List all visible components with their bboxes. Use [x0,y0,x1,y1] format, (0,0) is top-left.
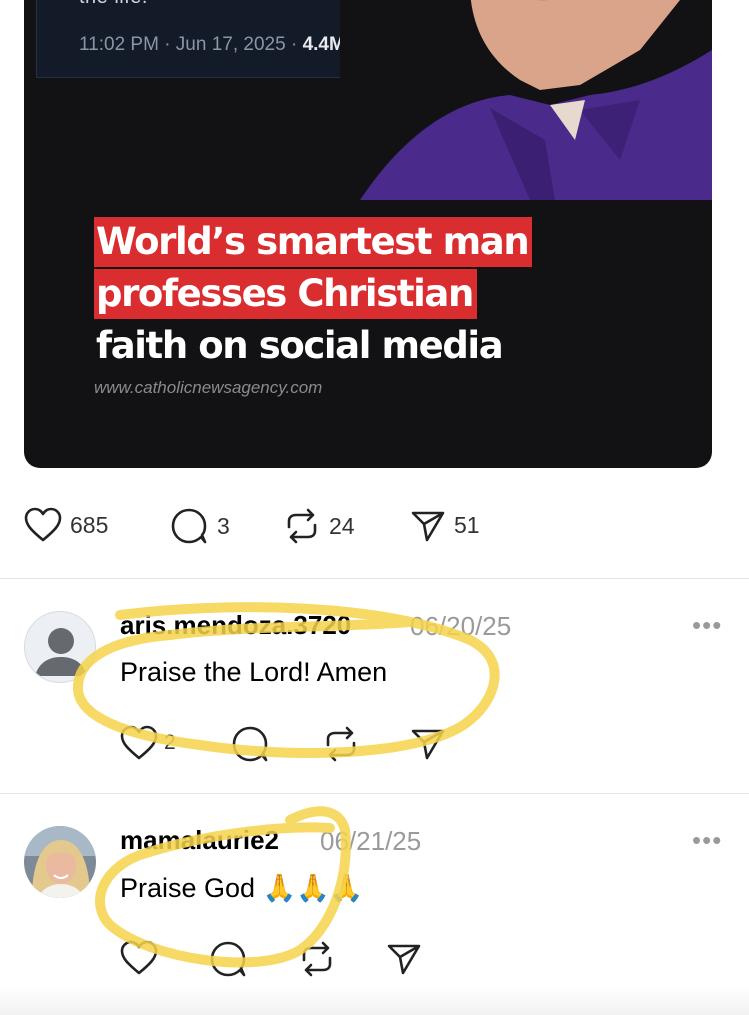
avatar[interactable] [24,611,96,683]
send-icon [411,729,445,760]
headline: World’s smartest man professes Christian… [94,216,533,372]
like-button[interactable]: 685 [24,507,108,543]
repost-icon [287,508,317,544]
like-count: 685 [70,511,109,538]
default-avatar-icon [35,628,87,676]
heart-icon [120,940,158,975]
post-media-image[interactable]: the life. 11:02 PM · Jun 17, 2025 · 4.4M… [24,0,712,468]
tweet-preview-text: the life. [79,0,148,9]
avatar[interactable] [24,826,96,898]
divider [0,578,749,579]
comment-share-button[interactable] [386,940,422,976]
comment-reply-button[interactable] [210,940,248,978]
comment-text-body: Praise God [120,873,256,903]
comment-icon [210,941,246,977]
send-icon [411,511,445,542]
comment-share-button[interactable] [410,725,446,761]
heart-icon [24,507,62,542]
repost-button[interactable]: 24 [283,507,355,545]
reply-button[interactable]: 3 [171,507,230,545]
comment-like-count: 2 [164,731,176,754]
headline-line-3: faith on social media [96,324,504,367]
profile-photo [24,826,96,898]
comment-date: 06/20/25 [410,611,512,641]
share-button[interactable]: 51 [410,507,480,543]
comment-username[interactable]: mamalaurie2 [120,825,279,856]
comment-text: Praise God 🙏🙏🙏 [120,872,363,904]
tweet-meta-time: 11:02 PM · Jun 17, 2025 · [79,34,303,55]
comment-like-button[interactable] [120,940,158,976]
comment-text: Praise the Lord! Amen [120,657,388,687]
praying-hands-emoji: 🙏🙏🙏 [262,873,364,904]
person-photo [340,0,712,200]
tweet-meta-views: 4.4M [302,34,345,55]
comment-icon [171,508,207,544]
repost-count: 24 [329,512,355,539]
headline-line-2: professes Christian [94,269,477,319]
more-options-button[interactable]: ••• [692,825,722,856]
bottom-fade [0,985,749,1015]
repost-icon [302,941,332,977]
comment-repost-button[interactable] [322,725,360,763]
tweet-meta: 11:02 PM · Jun 17, 2025 · 4.4M [79,34,345,56]
divider [0,793,749,794]
comment-repost-button[interactable] [298,940,336,978]
heart-icon [120,725,158,760]
send-icon [387,944,421,975]
headline-line-1: World’s smartest man [94,217,533,267]
comment-date: 06/21/25 [320,826,422,856]
more-options-button[interactable]: ••• [692,610,722,641]
share-count: 51 [454,511,480,538]
reply-count: 3 [217,512,230,539]
comment-reply-button[interactable] [232,725,270,763]
comment-username[interactable]: aris.mendoza.3720 [120,610,351,641]
comment-like-button[interactable]: 2 [120,725,176,761]
source-url: www.catholicnewsagency.com [94,378,323,397]
comment-icon [232,726,268,762]
repost-icon [326,726,356,762]
